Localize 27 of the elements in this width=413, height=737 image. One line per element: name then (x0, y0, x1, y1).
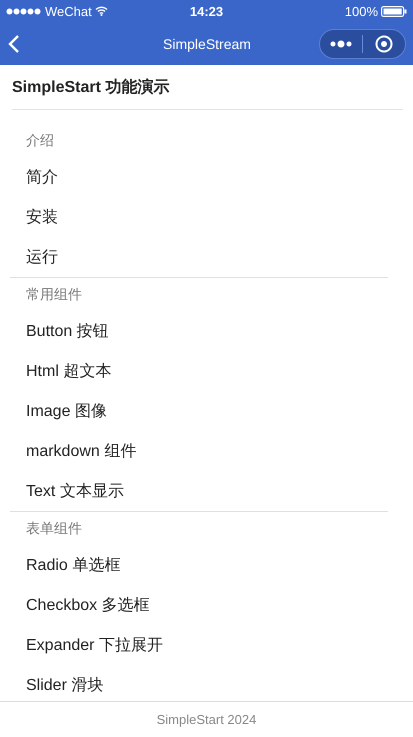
menu-item[interactable]: markdown 组件 (10, 431, 388, 471)
menu-item[interactable]: 安装 (10, 197, 388, 237)
nav-title: SimpleStream (163, 36, 251, 52)
menu-item[interactable]: Html 超文本 (10, 351, 388, 391)
back-icon[interactable] (8, 34, 20, 54)
section-header: 介绍 (25, 130, 55, 150)
menu-item[interactable]: 运行 (10, 237, 388, 277)
more-icon[interactable] (330, 40, 352, 48)
menu-item[interactable]: Slider 滑块 (10, 665, 388, 701)
carrier-name: WeChat (45, 4, 92, 18)
footer-text: SimpleStart 2024 (0, 701, 413, 737)
section-header: 常用组件 (25, 284, 83, 304)
section-header: 表单组件 (25, 518, 83, 538)
status-time: 14:23 (190, 4, 224, 18)
page-title: SimpleStart 功能演示 (12, 65, 403, 110)
menu-item[interactable]: Checkbox 多选框 (10, 585, 388, 625)
menu-item[interactable]: Text 文本显示 (10, 471, 388, 511)
menu-item[interactable]: Button 按钮 (10, 311, 388, 351)
battery-icon (381, 6, 407, 16)
signal-icon (6, 8, 42, 14)
menu-item[interactable]: Image 图像 (10, 391, 388, 431)
battery-percent: 100% (344, 4, 378, 18)
wifi-icon (94, 6, 108, 16)
menu-item[interactable]: 简介 (10, 157, 388, 197)
close-target-icon[interactable] (375, 34, 393, 52)
menu-item[interactable]: Radio 单选框 (10, 545, 388, 585)
menu-item[interactable]: Expander 下拉展开 (10, 625, 388, 665)
